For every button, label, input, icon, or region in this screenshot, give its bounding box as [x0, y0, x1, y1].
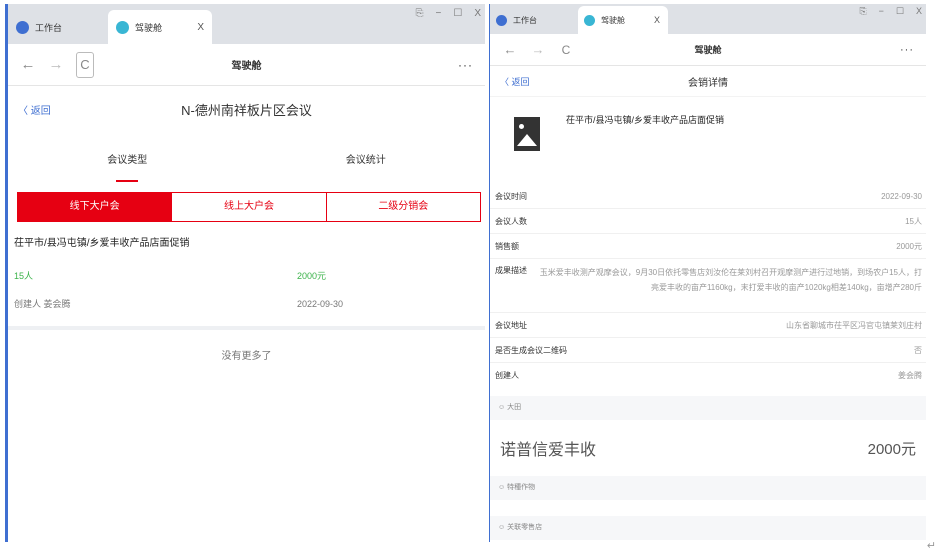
tab-meeting-type[interactable]: 会议类型 — [8, 132, 247, 190]
meeting-card[interactable]: 茌平市/县冯屯镇/乡爱丰收产品店面促销 15人 2000元 创建人 姜会腾 20… — [8, 226, 485, 318]
page-title: 驾驶舱 — [694, 45, 722, 55]
back-link[interactable]: 〈 返回 — [18, 102, 51, 117]
tab-workbench[interactable]: 工作台 — [496, 6, 576, 34]
return-mark: ↵ — [926, 540, 936, 552]
refresh-icon[interactable]: C — [558, 43, 574, 57]
more-icon[interactable]: ··· — [900, 44, 914, 56]
page-header: 〈 返回 会销详情 — [490, 66, 926, 96]
no-more-text: 没有更多了 — [221, 351, 272, 362]
app-logo-icon — [584, 14, 595, 26]
product-amount: 2000元 — [867, 440, 916, 458]
product-row: 诺普信爱丰收 2000元 — [490, 420, 926, 476]
globe-icon — [496, 14, 507, 26]
section-retail-stores: ☺ 关联零售店 — [490, 516, 926, 540]
window-controls: ⎘ − ☐ X — [416, 8, 481, 19]
nav-bar: ← → C 驾驶舱 ··· — [490, 34, 926, 66]
back-arrow-icon[interactable]: ← — [502, 42, 518, 57]
detail-row: 会议人数 15人 — [490, 209, 926, 234]
window-controls: ⎘ − ☐ X — [859, 6, 922, 17]
detail-row: 是否生成会议二维码 否 — [490, 338, 926, 363]
tab-label: 工作台 — [513, 15, 537, 25]
tab-label: 驾驶舱 — [135, 22, 163, 33]
detail-row: 销售额 2000元 — [490, 234, 926, 259]
product-name: 诺普信爱丰收 — [500, 442, 597, 459]
divider — [8, 326, 485, 330]
tab-bar: 工作台 驾驶舱 X ⎘ − ☐ X — [8, 4, 485, 44]
header-title: N-德州南祥板片区会议 — [181, 102, 312, 118]
tab-label: 工作台 — [35, 22, 63, 33]
empty-section — [490, 500, 926, 516]
image-placeholder-icon — [514, 117, 540, 151]
restore-icon[interactable]: ⎘ — [859, 6, 866, 17]
meeting-tabs: 会议类型 会议统计 — [8, 132, 485, 190]
right-browser-window: 工作台 驾驶舱 X ⎘ − ☐ X ← → C 驾驶舱 ··· 〈 返回 会销详… — [489, 4, 926, 542]
app-logo-icon — [116, 20, 129, 34]
section-field-crops: ☺ 大田 — [490, 396, 926, 420]
segment-secondary[interactable]: 二级分销会 — [327, 193, 480, 221]
detail-row: 创建人 姜会腾 — [495, 371, 922, 380]
restore-icon[interactable]: ⎘ — [416, 8, 424, 19]
header-title: 会销详情 — [688, 77, 728, 89]
card-people: 15人 — [14, 271, 34, 281]
segment-control: 线下大户会 线上大户会 二级分销会 — [17, 192, 481, 222]
close-window-icon[interactable]: X — [916, 6, 922, 17]
back-link[interactable]: 〈 返回 — [500, 75, 530, 88]
page-header: 〈 返回 N-德州南祥板片区会议 — [8, 86, 485, 132]
detail-list: 会议时间 2022-09-30 会议人数 15人 销售额 2000元 成果描述 … — [490, 184, 926, 388]
forward-arrow-icon[interactable]: → — [48, 56, 64, 73]
minimize-icon[interactable]: − — [879, 6, 884, 17]
nav-bar: ← → C 驾驶舱 ··· — [8, 44, 485, 86]
product-header: 茌平市/县冯屯镇/乡爱丰收产品店面促销 — [490, 96, 926, 184]
refresh-icon[interactable]: C — [76, 51, 94, 78]
globe-icon — [16, 20, 29, 34]
card-amount: 2000元 — [297, 271, 327, 281]
close-tab-icon[interactable]: X — [654, 15, 660, 25]
segment-offline[interactable]: 线下大户会 — [18, 193, 173, 221]
maximize-icon[interactable]: ☐ — [453, 8, 462, 19]
forward-arrow-icon[interactable]: → — [530, 42, 546, 57]
close-tab-icon[interactable]: X — [197, 22, 204, 33]
more-icon[interactable]: ··· — [458, 58, 473, 72]
back-arrow-icon[interactable]: ← — [20, 56, 36, 73]
tab-workbench[interactable]: 工作台 — [16, 10, 106, 44]
close-window-icon[interactable]: X — [474, 8, 481, 19]
tab-meeting-stats[interactable]: 会议统计 — [247, 132, 486, 190]
card-date: 2022-09-30 — [297, 299, 344, 309]
detail-row: 成果描述 玉米爱丰收测产观摩会议，9月30日依托零售店刘汝伦在莱刘村召开观摩测产… — [490, 259, 926, 313]
left-browser-window: 工作台 驾驶舱 X ⎘ − ☐ X ← → C 驾驶舱 ··· 〈 返回 N-德… — [5, 4, 485, 542]
detail-row: 会议时间 2022-09-30 — [490, 184, 926, 209]
product-title: 茌平市/县冯屯镇/乡爱丰收产品店面促销 — [566, 115, 725, 125]
tab-label: 驾驶舱 — [601, 15, 625, 25]
tab-cockpit[interactable]: 驾驶舱 X — [108, 10, 212, 44]
tab-cockpit[interactable]: 驾驶舱 X — [578, 6, 668, 34]
card-creator: 创建人 姜会腾 — [14, 299, 71, 309]
section-special-crops: ☺ 特種作物 — [490, 476, 926, 500]
maximize-icon[interactable]: ☐ — [896, 6, 904, 17]
segment-online[interactable]: 线上大户会 — [172, 193, 327, 221]
tab-bar: 工作台 驾驶舱 X ⎘ − ☐ X — [490, 4, 926, 34]
card-title: 茌平市/县冯屯镇/乡爱丰收产品店面促销 — [14, 238, 190, 249]
minimize-icon[interactable]: − — [436, 8, 442, 19]
detail-row: 会议地址 山东省聊城市茌平区冯官屯镇莱刘庄村 — [490, 313, 926, 338]
